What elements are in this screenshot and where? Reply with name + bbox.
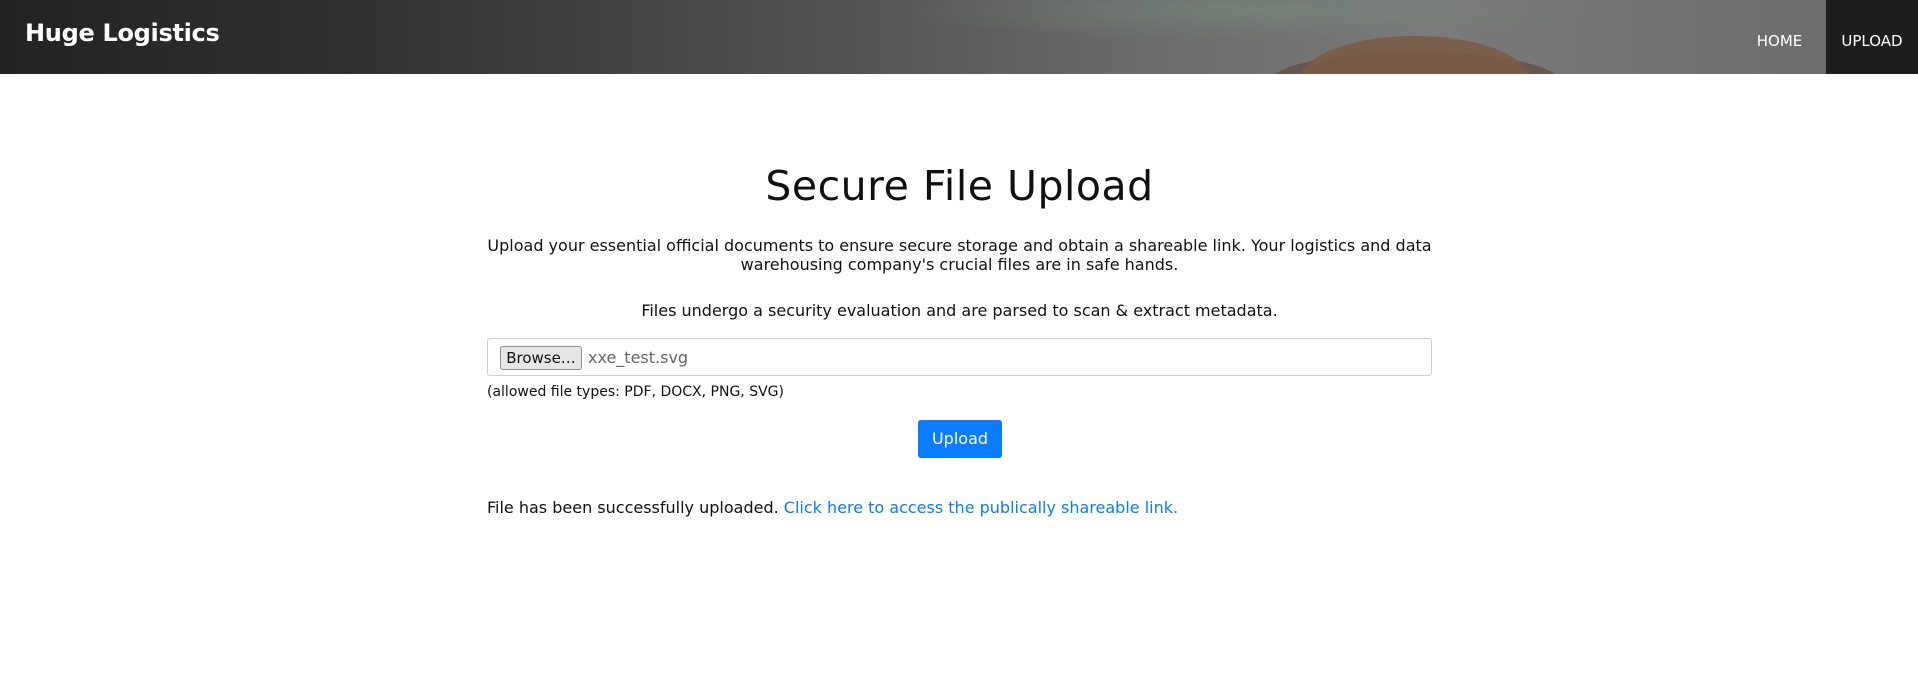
nav-home[interactable]: HOME bbox=[1733, 0, 1826, 74]
selected-file-name: xxe_test.svg bbox=[588, 348, 689, 367]
main-nav: HOME UPLOAD bbox=[1733, 0, 1918, 74]
status-text: File has been successfully uploaded. bbox=[487, 498, 779, 517]
browse-button[interactable]: Browse… bbox=[500, 346, 582, 370]
file-input[interactable]: Browse… xxe_test.svg bbox=[487, 338, 1432, 376]
page-description: Upload your essential official documents… bbox=[487, 236, 1432, 274]
upload-button[interactable]: Upload bbox=[918, 420, 1002, 458]
shareable-link[interactable]: Click here to access the publically shar… bbox=[784, 498, 1178, 517]
header-background-image-figure bbox=[1300, 36, 1530, 74]
allowed-file-types: (allowed file types: PDF, DOCX, PNG, SVG… bbox=[487, 384, 784, 400]
header-bar: Huge Logistics HOME UPLOAD bbox=[0, 0, 1918, 74]
brand-logo[interactable]: Huge Logistics bbox=[25, 19, 220, 47]
security-note: Files undergo a security evaluation and … bbox=[641, 301, 1278, 320]
upload-status: File has been successfully uploaded. Cli… bbox=[487, 498, 1178, 517]
nav-upload[interactable]: UPLOAD bbox=[1826, 0, 1918, 74]
header-background-image bbox=[900, 0, 1600, 40]
page-title: Secure File Upload bbox=[765, 162, 1154, 210]
